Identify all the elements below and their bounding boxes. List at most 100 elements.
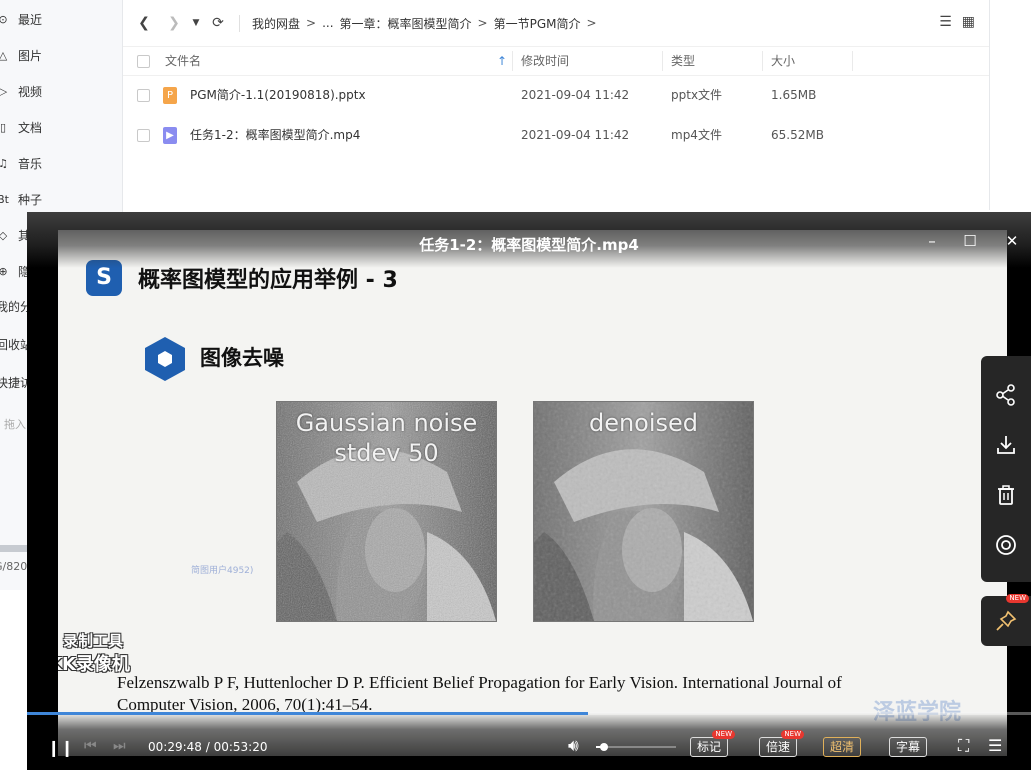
storage-quota-text: G/820 [0, 560, 28, 573]
breadcrumb-separator-icon: > [306, 16, 317, 30]
citation: Felzenszwalb P F, Huttenlocher D P. Effi… [117, 672, 977, 716]
bookmark-button[interactable]: 标记 NEW [690, 730, 736, 757]
quality-button[interactable]: 超清 [823, 737, 862, 757]
navigation-bar: ❮ ❯ ▼ ⟳ 我的网盘 >... 第一章：概率图模型简介 > 第一节PGM简介 > ☰ … [123, 0, 989, 46]
total-time: 00:53:20 [213, 740, 268, 754]
file-size: 65.52MB [771, 128, 824, 142]
grid-view-icon[interactable]: ▦ [962, 14, 975, 30]
new-badge: NEW [1006, 594, 1029, 603]
target-icon[interactable] [981, 520, 1031, 570]
breadcrumb-item[interactable]: 我的网盘 [252, 15, 300, 32]
mp4-file-icon: ▶ [163, 127, 177, 144]
hidden-icon: ⊕ [0, 265, 10, 278]
volume-icon[interactable]: 🔊︎ [568, 736, 579, 756]
pptx-file-icon: P [163, 87, 177, 104]
player-control-bar: ❙❙ ⏮ ⏭ 00:29:48 / 00:53:20 🔊︎ 标记 NEW 倍速 NE… [27, 712, 1031, 770]
video-icon: ▷ [0, 85, 10, 98]
new-badge: NEW [781, 730, 805, 739]
image-icon: △ [0, 49, 10, 62]
column-size[interactable]: 大小 [771, 47, 795, 75]
clock-icon: ⊙ [0, 13, 10, 26]
breadcrumb-item[interactable]: 第一章：概率图模型简介 [340, 15, 472, 32]
drag-hint: 拖入 [4, 418, 26, 431]
player-side-toolbar [981, 356, 1031, 582]
column-name[interactable]: 文件名 [165, 47, 201, 75]
breadcrumb-separator-icon: > [586, 16, 597, 30]
column-modified[interactable]: 修改时间 [521, 47, 569, 75]
hexagon-icon [145, 337, 185, 381]
breadcrumb: 我的网盘 >... 第一章：概率图模型简介 > 第一节PGM简介 > [239, 14, 603, 32]
pause-icon[interactable]: ❙❙ [47, 738, 74, 757]
sidebar-item[interactable]: △ 图片 [0, 37, 122, 73]
denoised-image: denoised [533, 401, 754, 622]
delete-icon[interactable] [981, 470, 1031, 520]
file-row[interactable]: P PGM简介-1.1(20190818).pptx 2021-09-04 11:4… [123, 75, 989, 115]
sidebar-item-label: 视频 [18, 84, 43, 99]
file-checkbox[interactable] [137, 129, 150, 142]
download-icon[interactable] [981, 420, 1031, 470]
file-name[interactable]: PGM简介-1.1(20190818).pptx [190, 75, 366, 115]
next-track-icon[interactable]: ⏭ [113, 738, 126, 754]
player-title-bar: 任务1-2：概率图模型简介.mp4 – ☐ ✕ [27, 212, 1031, 268]
refresh-icon[interactable]: ⟳ [207, 15, 229, 31]
column-type[interactable]: 类型 [671, 47, 695, 75]
history-dropdown-icon[interactable]: ▼ [185, 18, 207, 28]
progress-fill [27, 712, 589, 715]
sidebar-item-label: 种子 [18, 192, 43, 207]
noisy-caption-line2: stdev 50 [334, 439, 439, 467]
citation-line-1: Felzenszwalb P F, Huttenlocher D P. Effi… [117, 673, 842, 692]
file-list-header: 文件名 ↑ 修改时间 类型 大小 [123, 46, 989, 76]
time-display: 00:29:48 / 00:53:20 [148, 740, 267, 754]
sidebar-item[interactable]: ⊙ 最近 [0, 1, 122, 37]
file-name[interactable]: 任务1-2：概率图模型简介.mp4 [190, 115, 360, 155]
forward-arrow-icon[interactable]: ❯ [163, 15, 185, 31]
sidebar-item-label: 最近 [18, 12, 43, 27]
close-icon[interactable]: ✕ [1002, 232, 1022, 250]
file-size: 1.65MB [771, 88, 817, 102]
denoised-caption: denoised [588, 409, 699, 437]
back-arrow-icon[interactable]: ❮ [133, 15, 155, 31]
volume-slider[interactable] [596, 743, 676, 751]
minimize-icon[interactable]: – [922, 232, 942, 250]
select-all-checkbox[interactable] [137, 55, 150, 68]
new-badge: NEW [712, 730, 736, 739]
fullscreen-icon[interactable]: ⛶ [958, 736, 969, 756]
recorder-watermark-line1: 录制工具 [63, 632, 124, 650]
playlist-icon[interactable]: ☰ [988, 736, 1002, 755]
video-player-window: S 概率图模型的应用举例 - 3 图像去噪 Gaussian noise std… [27, 212, 1031, 770]
breadcrumb-separator-icon: > [477, 16, 488, 30]
noisy-caption-line1: Gaussian noise [295, 409, 478, 437]
file-checkbox[interactable] [137, 89, 150, 102]
recorder-watermark-line2: KK录像机 [58, 654, 130, 675]
section-heading: 图像去噪 [200, 346, 284, 370]
current-time: 00:29:48 [148, 740, 202, 754]
share-icon[interactable] [981, 370, 1031, 420]
breadcrumb-item[interactable]: ... [322, 16, 333, 30]
file-modified: 2021-09-04 11:42 [521, 128, 630, 142]
file-row[interactable]: ▶ 任务1-2：概率图模型简介.mp4 2021-09-04 11:42 mp4文件 6… [123, 115, 989, 155]
sidebar-item[interactable]: ♫ 音乐 [0, 145, 122, 181]
previous-track-icon[interactable]: ⏮ [84, 738, 97, 754]
sidebar-item[interactable]: ▯ 文档 [0, 109, 122, 145]
pin-icon[interactable] [981, 596, 1031, 646]
pin-button[interactable]: NEW [981, 594, 1031, 646]
volume-knob[interactable] [600, 743, 608, 751]
breadcrumb-item[interactable]: 第一节PGM简介 [494, 15, 581, 32]
document-icon: ▯ [0, 120, 7, 134]
noisy-image: Gaussian noise stdev 50 [276, 401, 497, 622]
sort-arrow-icon[interactable]: ↑ [497, 47, 507, 75]
view-tools: ☰ ▦ [939, 14, 975, 30]
video-frame: S 概率图模型的应用举例 - 3 图像去噪 Gaussian noise std… [58, 230, 1007, 756]
file-modified: 2021-09-04 11:42 [521, 88, 630, 102]
sidebar-item-label: 文档 [18, 120, 43, 135]
file-type: pptx文件 [671, 88, 723, 102]
music-icon: ♫ [0, 157, 10, 170]
sidebar-item-label: 图片 [18, 48, 43, 63]
sort-list-icon[interactable]: ☰ [939, 14, 952, 30]
subtitle-button[interactable]: 字幕 [889, 737, 928, 757]
maximize-icon[interactable]: ☐ [960, 232, 980, 250]
progress-bar[interactable] [27, 712, 1031, 715]
speed-button[interactable]: 倍速 NEW [759, 730, 805, 757]
sidebar-item[interactable]: ▷ 视频 [0, 73, 122, 109]
bt-icon: Bt [0, 192, 9, 206]
